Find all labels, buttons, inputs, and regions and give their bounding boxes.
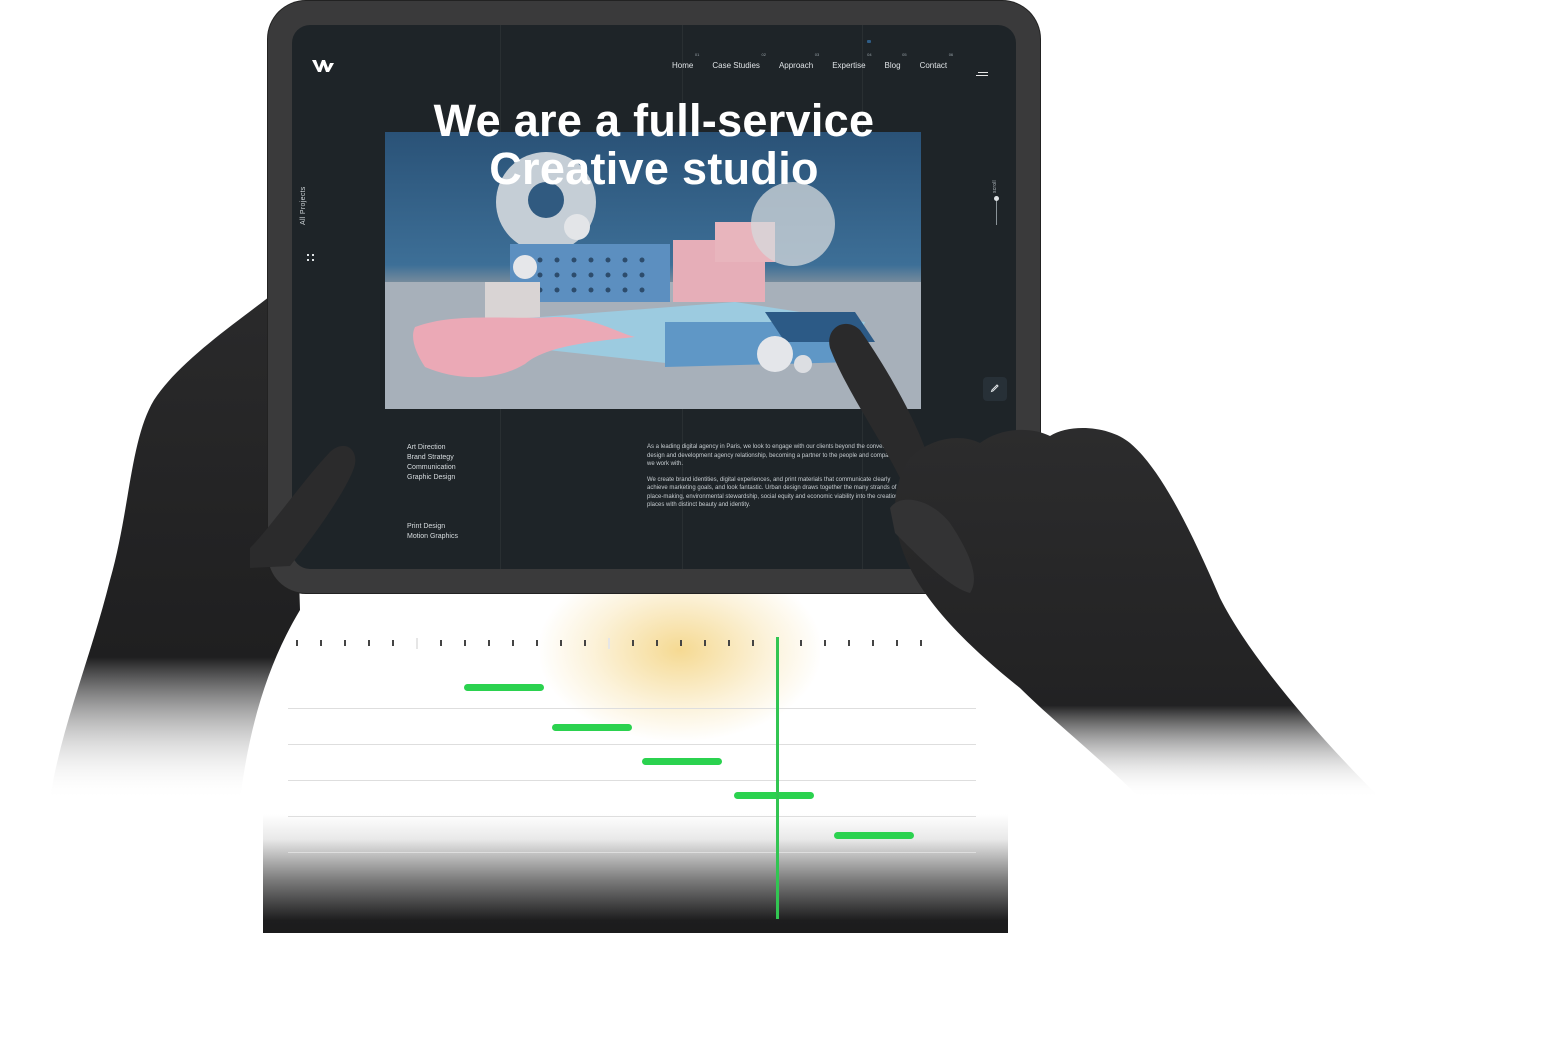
nav-label: Home [672, 61, 694, 70]
service-item: Graphic Design [407, 474, 456, 481]
scroll-track[interactable] [996, 197, 997, 225]
nav-number: 05 [902, 52, 907, 57]
logo-w-icon[interactable] [312, 59, 334, 77]
nav-approach[interactable]: 03 Approach [778, 52, 819, 70]
nav-case-studies[interactable]: 02 Case Studies [712, 52, 766, 70]
hero-title: We are a full-service Creative studio [292, 97, 1016, 193]
indicator-dot [867, 40, 871, 43]
timeline-bar[interactable] [464, 684, 544, 691]
scroll-dot[interactable] [994, 196, 999, 201]
all-projects-link[interactable]: All Projects [300, 186, 307, 225]
grid-icon[interactable] [307, 249, 315, 267]
timeline-bar[interactable] [552, 724, 632, 731]
left-thumb [250, 438, 360, 568]
hero-title-line2: Creative studio [489, 143, 819, 194]
nav-number: 03 [814, 52, 820, 57]
timeline-playhead[interactable] [776, 637, 779, 919]
nav-number: 02 [761, 52, 766, 57]
nav-contact[interactable]: 06 Contact [919, 52, 954, 70]
nav-blog[interactable]: 05 Blog [884, 52, 907, 70]
service-item: Communication [407, 464, 456, 471]
services-list: Art Direction Brand Strategy Communicati… [407, 443, 456, 483]
scroll-label: scroll [992, 180, 998, 193]
services-list-2: Print Design Motion Graphics [407, 522, 458, 542]
nav-number: 01 [694, 52, 700, 57]
menu-icon[interactable] [976, 64, 988, 82]
main-nav: 01 Home 02 Case Studies 03 Approach 04 E… [672, 52, 966, 70]
nav-home[interactable]: 01 Home [672, 52, 699, 70]
service-item: Motion Graphics [407, 533, 458, 540]
service-item: Brand Strategy [407, 454, 454, 461]
nav-label: Expertise [832, 61, 866, 70]
nav-label: Contact [919, 61, 948, 70]
nav-number: 06 [948, 52, 954, 57]
right-hand [820, 318, 1380, 818]
nav-number: 04 [867, 52, 872, 57]
nav-label: Blog [884, 61, 901, 70]
service-item: Print Design [407, 523, 446, 530]
nav-expertise[interactable]: 04 Expertise [832, 52, 871, 70]
timeline-bar[interactable] [834, 832, 914, 839]
timeline-bar[interactable] [642, 758, 722, 765]
service-item: Art Direction [407, 444, 446, 451]
hero-title-line1: We are a full-service [433, 95, 875, 146]
timeline-bar[interactable] [734, 792, 814, 799]
nav-label: Case Studies [712, 61, 760, 70]
nav-label: Approach [778, 61, 814, 70]
